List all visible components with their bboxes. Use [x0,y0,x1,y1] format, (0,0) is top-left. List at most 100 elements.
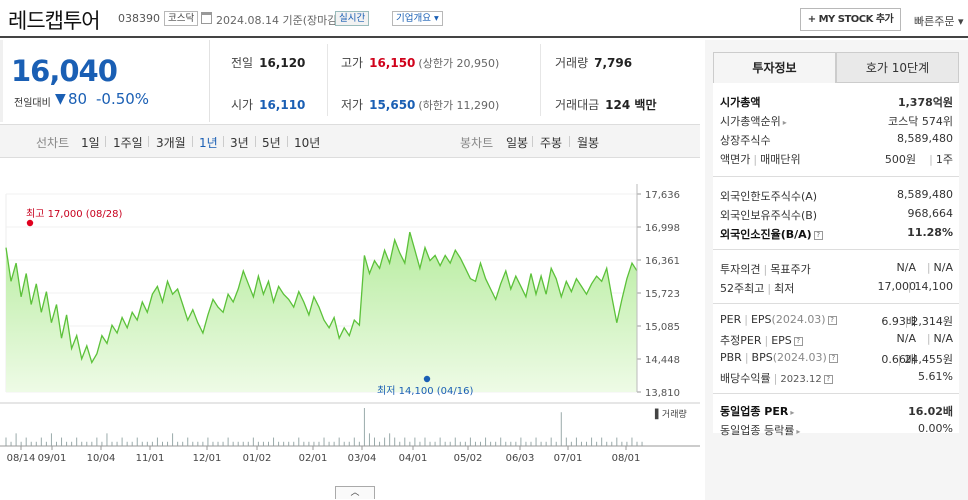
x-tick-label: 04/01 [399,453,428,464]
market-cap-label: 시가총액 [720,96,761,109]
eps-period: (2024.03) [771,313,826,326]
opinion-value: N/A [896,261,916,274]
help-icon[interactable]: ? [793,337,803,346]
est-per-label: 추정PER [720,334,762,347]
invest-table: 시가총액 1,378억원 시가총액순위 ▸ 코스닥 574위 상장주식수 8,58… [713,83,959,437]
tab-invest-info[interactable]: 투자정보 [713,52,836,83]
foreign-hold-label: 외국인보유주식수(B) [720,209,818,222]
row-dividend: 배당수익률 | 2023.12? 5.61% [720,370,953,385]
invest-info-panel: 투자정보 호가 10단계 시가총액 1,378억원 시가총액순위 ▸ 코스닥 57… [705,40,968,500]
low-label: 저가 [341,98,364,112]
shares-label: 상장주식수 [720,134,771,147]
dividend-value: 5.61% [918,370,953,383]
tab-daily[interactable]: 일봉 [506,134,528,151]
quick-order-dropdown[interactable]: 빠른주문 ▾ [914,13,964,29]
x-tick-label: 07/01 [554,453,583,464]
market-cap-value: 1,378억원 [897,96,953,109]
price-chart[interactable]: 17,636 16,998 16,361 15,723 15,085 14,448 13,8… [0,170,700,500]
change-value: 80 [68,90,88,108]
tab-weekly[interactable]: 주봉 [540,134,562,151]
foreign-hold-value: 968,664 [907,207,954,220]
stock-code: 038390 [118,12,160,25]
row-rank[interactable]: 시가총액순위 ▸ 코스닥 574위 [713,110,959,129]
tab-5year[interactable]: 5년 [262,134,281,151]
help-icon[interactable]: ? [827,316,837,325]
target-label: 목표주가 [770,263,811,276]
rank-label: 시가총액순위 [720,115,781,128]
foreign-rate-value: 11.28% [907,226,953,239]
volume-value: 7,796 [594,56,633,70]
row-opinion: 투자의견 | 목표주가 N/A | N/A [720,261,953,276]
row-est-per: 추정PER | EPS? N/A | N/A [720,332,953,347]
peer-change-label: 동일업종 등락률 [720,424,795,437]
pbr-label: PBR [720,351,742,364]
low-marker-dot [423,375,431,383]
open-label: 시가 [231,98,254,112]
y-tick-label: 17,636 [645,190,680,201]
row-peer-change[interactable]: 동일업종 등락률 ▸ 0.00% [713,419,959,438]
w52-low-value: 14,100 [914,280,954,293]
company-info-dropdown[interactable]: 기업개요 ▾ [392,11,443,26]
collapse-chart-button[interactable]: ︿ [335,486,375,499]
current-price: 16,040 [11,54,118,88]
x-tick-label: 05/02 [454,453,483,464]
upper-limit: (상한가 20,950) [418,57,500,70]
tab-line-chart[interactable]: 선차트 [36,134,69,151]
foreign-rate-label: 외국인소진율(B/A) [720,228,812,241]
target-value: N/A [933,261,953,274]
dividend-label: 배당수익률 [720,372,771,385]
row-peer-per[interactable]: 동일업종 PER ▸ 16.02배 [713,400,959,419]
amount-label: 거래대금 [555,98,600,112]
tab-1year[interactable]: 1년 [199,134,218,151]
open-value: 16,110 [259,98,306,112]
high-value: 16,150 [369,56,416,70]
peer-per-label: 동일업종 PER [720,405,789,418]
x-tick-label: 06/03 [506,453,535,464]
tab-monthly[interactable]: 월봉 [577,134,599,151]
foreign-limit-value: 8,589,480 [897,188,953,201]
my-stock-add-button[interactable]: + MY STOCK 추가 [800,8,901,31]
row-shares: 상장주식수 8,589,480 [713,129,959,148]
y-tick-label: 15,085 [645,322,680,333]
x-tick-label: 08/14 [7,453,36,464]
per-label: PER [720,313,742,326]
tab-1week[interactable]: 1주일 [113,134,143,151]
tab-10year[interactable]: 10년 [294,134,320,151]
shares-value: 8,589,480 [897,132,953,145]
x-tick-label: 03/04 [348,453,377,464]
y-tick-label: 16,361 [645,256,680,267]
tab-1day[interactable]: 1일 [81,134,100,151]
help-icon[interactable]: ? [823,375,833,384]
prev-close-value: 16,120 [259,56,306,70]
stock-name: 레드캡투어 [8,9,101,33]
price-panel: 16,040 전일대비 ▼ 80 -0.50% [0,40,210,122]
volume-stat: 거래량 7,796 [555,54,632,71]
market-badge: 코스닥 [164,11,199,26]
peer-per-value: 16.02배 [908,405,953,418]
eps-label: EPS [750,313,772,326]
invest-tabs: 투자정보 호가 10단계 [713,52,959,83]
high-stat: 고가 16,150 (상한가 20,950) [341,54,499,71]
help-icon[interactable]: ? [828,354,838,363]
y-tick-label: 16,998 [645,223,680,234]
dividend-period: 2023.12 [780,374,822,385]
row-52week: 52주최고 | 최저 17,000 | 14,100 [720,280,954,295]
help-icon[interactable]: ? [813,231,823,240]
tab-3month[interactable]: 3개월 [156,134,186,151]
tab-candle-chart[interactable]: 봉차트 [460,134,493,151]
est-eps-label: EPS [771,334,792,347]
change-label: 전일대비 [14,98,51,109]
x-tick-label: 11/01 [136,453,165,464]
low-stat: 저가 15,650 (하한가 11,290) [341,96,499,113]
row-foreign-hold: 외국인보유주식수(B) 968,664 [713,204,959,223]
y-tick-label: 15,723 [645,289,680,300]
tab-3year[interactable]: 3년 [230,134,249,151]
bps-period: (2024.03) [772,351,827,364]
tab-order-book[interactable]: 호가 10단계 [836,52,959,83]
x-tick-label: 08/01 [612,453,641,464]
high-marker-dot [26,219,34,227]
realtime-button[interactable]: 실시간 [335,11,370,26]
chevron-right-icon: ▸ [782,118,787,127]
x-tick-label: 10/04 [87,453,116,464]
row-market-cap: 시가총액 1,378억원 [713,91,959,110]
